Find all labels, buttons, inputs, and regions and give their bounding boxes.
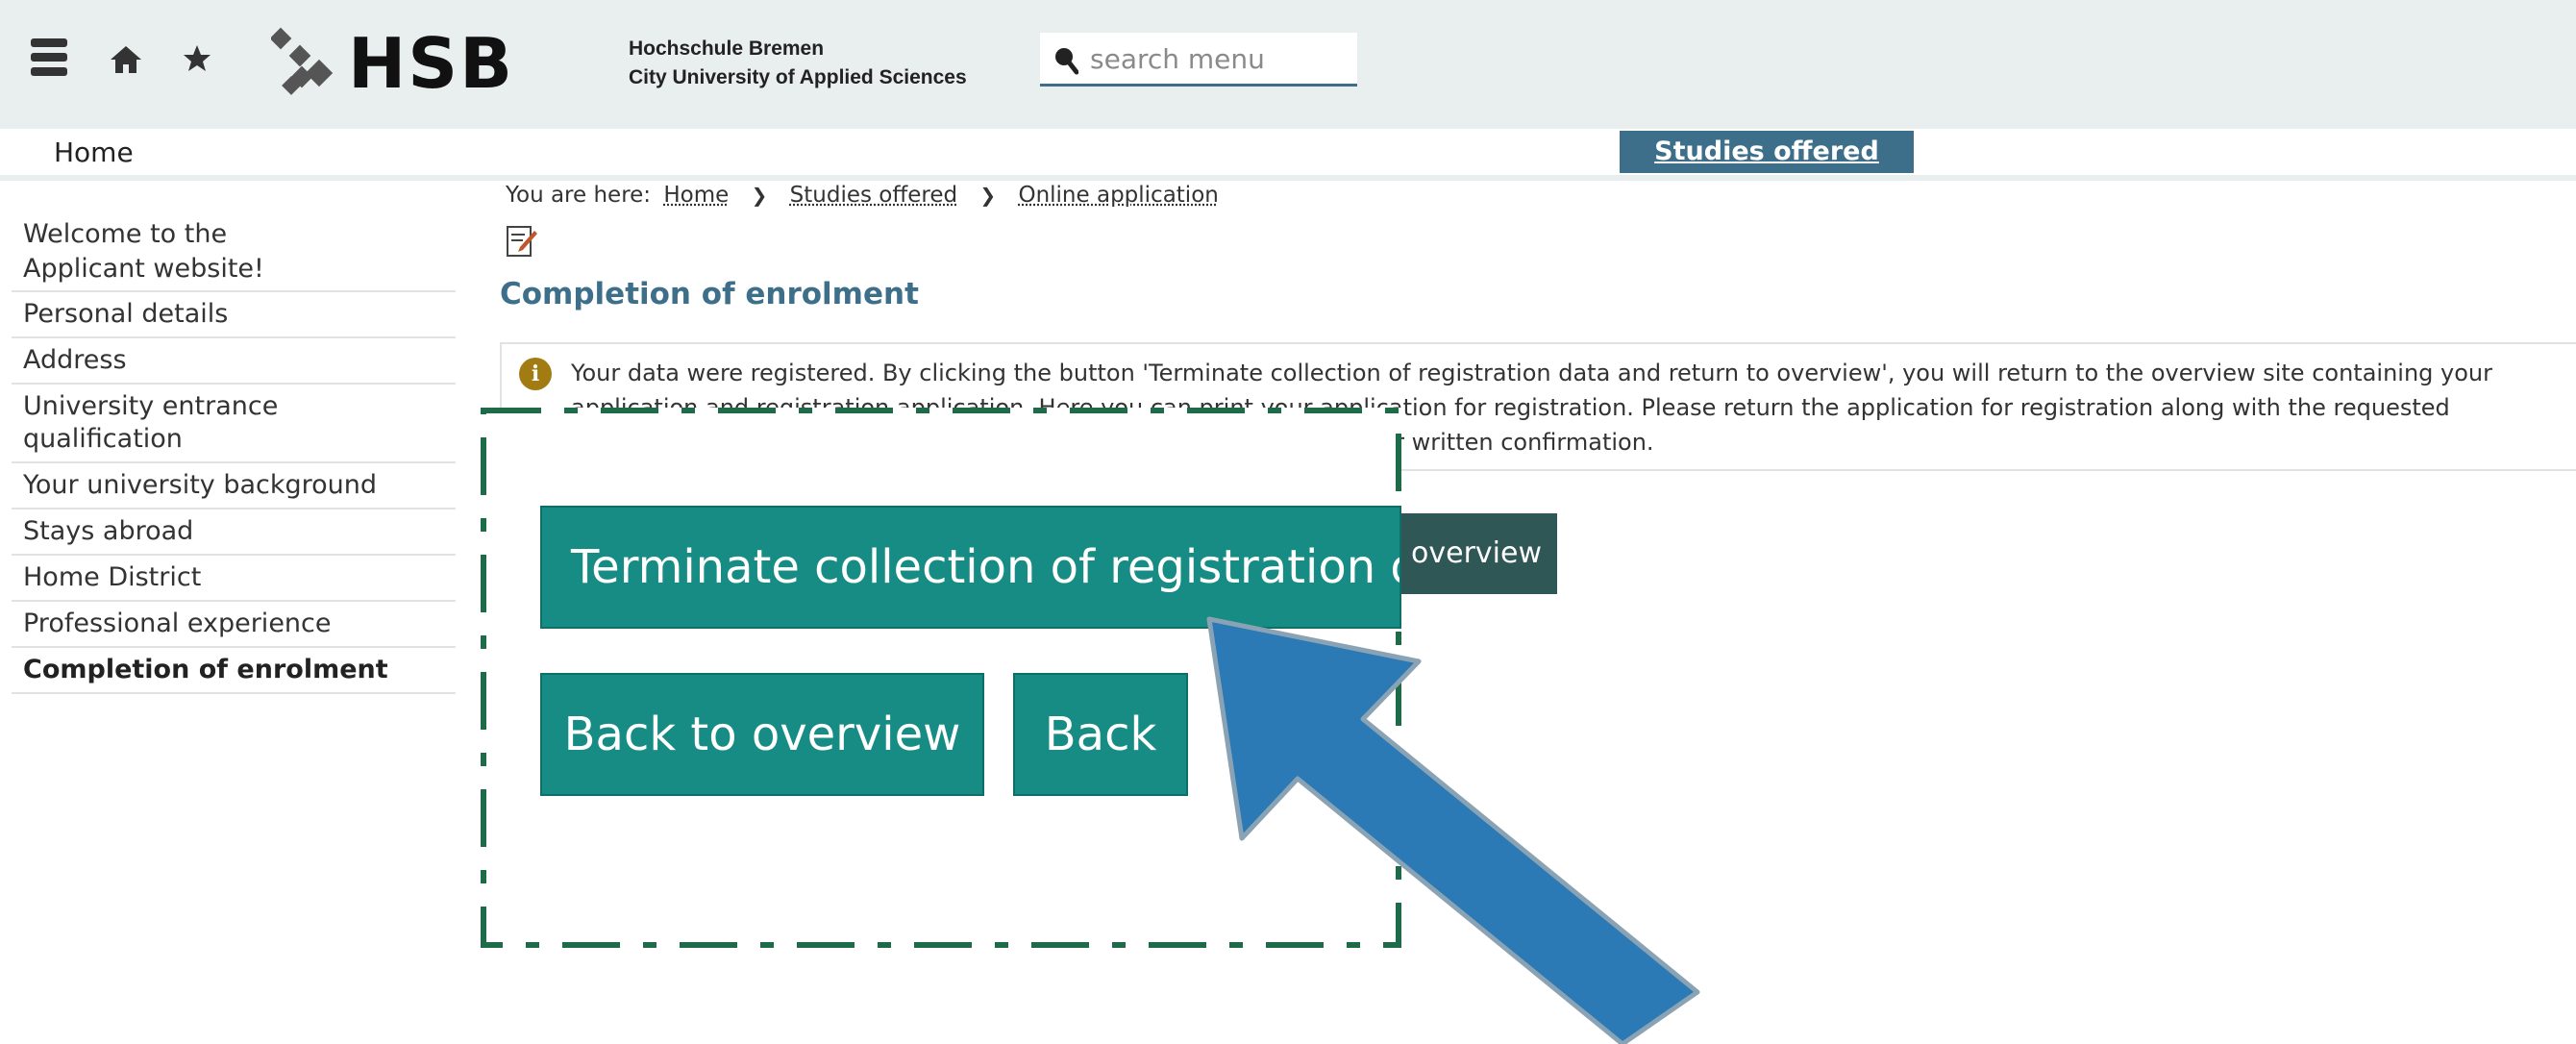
breadcrumb-studies-offered[interactable]: Studies offered	[790, 183, 957, 208]
sidebar-item-stays-abroad[interactable]: Stays abroad	[12, 510, 456, 556]
sidebar-item-university-background[interactable]: Your university background	[12, 463, 456, 510]
breadcrumb: You are here: Home ❯ Studies offered ❯ O…	[506, 183, 1225, 208]
search-input[interactable]	[1088, 33, 1351, 85]
search-box[interactable]	[1040, 33, 1357, 87]
chevron-right-icon: ❯	[751, 184, 768, 207]
sidebar-item-completion-of-enrolment[interactable]: Completion of enrolment	[12, 648, 456, 694]
home-icon[interactable]	[110, 44, 142, 79]
star-icon[interactable]	[183, 44, 211, 77]
terminate-button-visible-label: overview	[1411, 536, 1542, 570]
zoom-terminate-collection-button[interactable]: Terminate collection of registration dat…	[542, 508, 1399, 627]
page-title: Completion of enrolment	[500, 277, 919, 311]
breadcrumb-home[interactable]: Home	[663, 183, 729, 208]
top-header: HSB Hochschule Bremen City University of…	[0, 0, 2576, 129]
hsb-logo-mark-icon	[269, 25, 334, 98]
zoom-back-button[interactable]: Back	[1015, 675, 1186, 794]
tab-studies-offered[interactable]: Studies offered	[1620, 131, 1914, 173]
university-name: Hochschule Bremen City University of App…	[629, 35, 967, 92]
university-name-line2: City University of Applied Sciences	[629, 66, 967, 88]
sidebar-item-personal-details[interactable]: Personal details	[12, 292, 456, 338]
zoom-back-to-overview-button[interactable]: Back to overview	[542, 675, 982, 794]
sidebar-item-home-district[interactable]: Home District	[12, 556, 456, 602]
info-icon: i	[519, 358, 552, 390]
university-name-line1: Hochschule Bremen	[629, 37, 825, 60]
sidebar: Welcome to the Applicant website! Person…	[12, 213, 456, 694]
search-icon	[1055, 48, 1078, 75]
sidebar-item-welcome[interactable]: Welcome to the Applicant website!	[12, 213, 456, 292]
edit-document-icon	[506, 223, 538, 261]
zoom-terminate-label: Terminate collection of registration dat…	[571, 540, 1399, 594]
sidebar-item-university-entrance-qualification[interactable]: University entrance qualification	[12, 385, 456, 463]
breadcrumb-prefix: You are here:	[506, 183, 652, 208]
main-nav-bar: Home Studies offered	[0, 129, 2576, 181]
chevron-right-icon: ❯	[979, 184, 997, 207]
zoom-back-label: Back	[1044, 708, 1157, 761]
hamburger-menu-icon[interactable]	[31, 37, 69, 83]
sidebar-item-professional-experience[interactable]: Professional experience	[12, 602, 456, 648]
sidebar-item-address[interactable]: Address	[12, 338, 456, 385]
nav-home-link[interactable]: Home	[54, 137, 134, 168]
breadcrumb-online-application[interactable]: Online application	[1018, 183, 1218, 208]
hsb-logo-text: HSB	[348, 23, 514, 104]
pointer-arrow-icon	[1206, 616, 1700, 1044]
zoom-back-to-overview-label: Back to overview	[563, 708, 961, 761]
terminate-collection-button[interactable]: overview	[1394, 513, 1557, 594]
info-line-1: Your data were registered. By clicking t…	[571, 360, 2492, 386]
